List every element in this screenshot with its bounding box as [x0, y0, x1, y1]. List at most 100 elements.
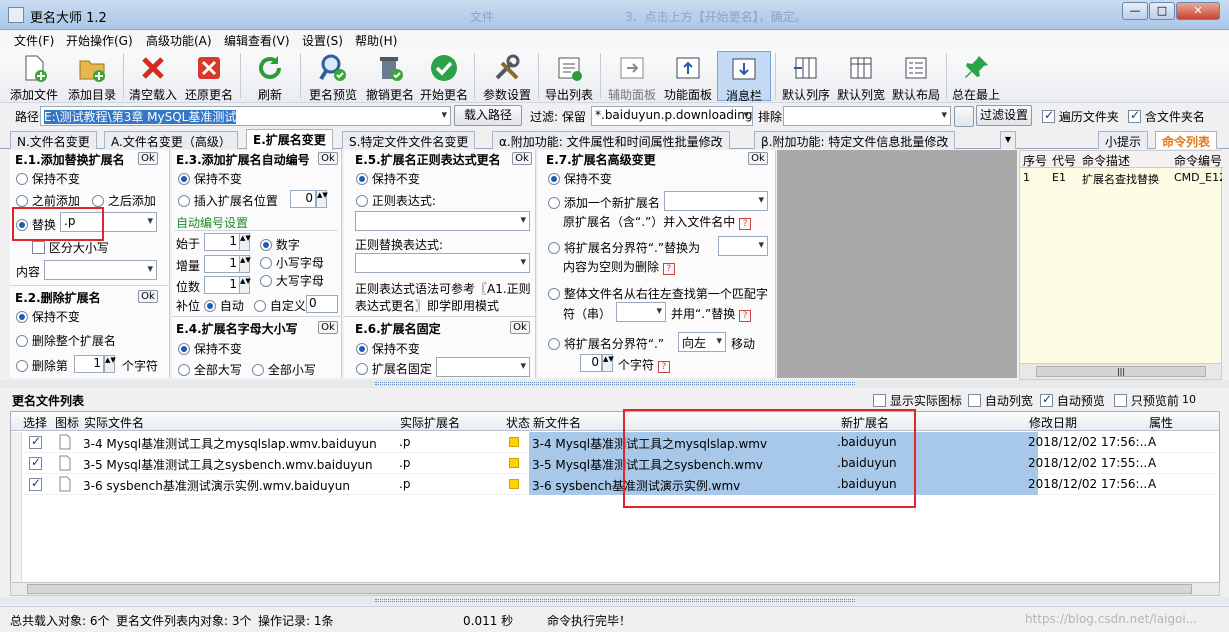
- e3-keep-radio[interactable]: 保持不变: [178, 170, 242, 187]
- e3-digits-spinner[interactable]: ▲▼: [239, 276, 251, 294]
- table-row[interactable]: 3-5 Mysql基准测试工具之sysbench.wmv.baiduyun .p…: [22, 453, 1216, 474]
- file-table-scrollbar[interactable]: [10, 582, 1220, 596]
- col-actual-name[interactable]: 实际文件名: [84, 414, 144, 431]
- e3-inc-spinner[interactable]: ▲▼: [239, 255, 251, 273]
- preview-button[interactable]: 更名预览: [305, 51, 361, 102]
- minimize-button[interactable]: —: [1122, 2, 1148, 20]
- tab-filename[interactable]: N.文件名变更: [10, 131, 97, 149]
- e3-lower-radio[interactable]: 小写字母: [260, 254, 324, 271]
- menu-file[interactable]: 文件(F): [14, 32, 54, 49]
- menu-edit-view[interactable]: 编辑查看(V): [224, 32, 290, 49]
- add-file-button[interactable]: 添加文件: [6, 51, 62, 102]
- e7-whole-find-radio[interactable]: 整体文件名从右往左查找第一个匹配字: [548, 285, 768, 302]
- clear-button[interactable]: 清空载入: [126, 51, 180, 102]
- auto-width-checkbox[interactable]: 自动列宽: [968, 392, 1033, 409]
- e3-ok-button[interactable]: Ok: [318, 152, 338, 165]
- preview-first-checkbox[interactable]: 只预览前: [1114, 392, 1179, 409]
- include-folder-checkbox[interactable]: 含文件夹名: [1128, 108, 1205, 125]
- e6-fixed-input[interactable]: [436, 357, 530, 377]
- e7-find-input[interactable]: [616, 302, 666, 322]
- e2-n-spinner[interactable]: ▲▼: [104, 355, 116, 373]
- e3-start-input[interactable]: 1: [204, 233, 240, 251]
- col-new-name[interactable]: 新文件名: [533, 414, 581, 431]
- maximize-button[interactable]: □: [1149, 2, 1175, 20]
- e3-digits-input[interactable]: 1: [204, 276, 240, 294]
- tab-dropdown[interactable]: ▾: [1000, 131, 1016, 149]
- add-folder-button[interactable]: 添加目录: [64, 51, 120, 102]
- e7-ok-button[interactable]: Ok: [748, 152, 768, 165]
- show-icon-checkbox[interactable]: 显示实际图标: [873, 392, 962, 409]
- e3-numeric-radio[interactable]: 数字: [260, 236, 300, 253]
- tab-filename-advanced[interactable]: A.文件名变更（高级）: [104, 131, 238, 149]
- table-row[interactable]: 3-4 Mysql基准测试工具之mysqlslap.wmv.baiduyun .…: [22, 432, 1216, 453]
- menu-operate[interactable]: 开始操作(G): [66, 32, 133, 49]
- bottom-splitter[interactable]: [0, 597, 1229, 605]
- e5-keep-radio[interactable]: 保持不变: [356, 170, 420, 187]
- e7-direction-select[interactable]: 向左: [678, 332, 726, 352]
- aux-panel-button[interactable]: 辅助面板: [604, 51, 660, 102]
- e4-keep-radio[interactable]: 保持不变: [178, 340, 242, 357]
- tab-specific-file[interactable]: S.特定文件文件名变更: [342, 131, 476, 149]
- e2-ok-button[interactable]: Ok: [138, 290, 158, 303]
- col-modified[interactable]: 修改日期: [1029, 414, 1077, 431]
- e3-auto-radio[interactable]: 自动: [204, 297, 244, 314]
- e6-keep-radio[interactable]: 保持不变: [356, 340, 420, 357]
- export-button[interactable]: 导出列表: [542, 51, 596, 102]
- table-row[interactable]: 3-6 sysbench基准测试演示实例.wmv.baiduyun .p 3-6…: [22, 474, 1216, 495]
- load-path-button[interactable]: 载入路径: [454, 105, 522, 126]
- col-icon[interactable]: 图标: [55, 414, 79, 431]
- e5-ok-button[interactable]: Ok: [512, 152, 532, 165]
- col-actual-ext[interactable]: 实际扩展名: [400, 414, 460, 431]
- filter-settings-button[interactable]: 过滤设置: [976, 105, 1032, 126]
- e4-ok-button[interactable]: Ok: [318, 321, 338, 334]
- e7-add-new-radio[interactable]: 添加一个新扩展名: [548, 194, 660, 211]
- e1-keep-radio[interactable]: 保持不变: [16, 170, 80, 187]
- tab-command-list[interactable]: 命令列表: [1155, 131, 1218, 149]
- filter-exclude-input[interactable]: [783, 106, 951, 126]
- e7-split-replace-radio[interactable]: 将扩展名分界符“.”替换为: [548, 239, 700, 256]
- e3-custom-radio[interactable]: 自定义: [254, 297, 306, 314]
- row-checkbox[interactable]: [29, 455, 42, 470]
- refresh-button[interactable]: 刷新: [244, 51, 296, 102]
- default-col-order-button[interactable]: 默认列序: [780, 51, 832, 102]
- start-rename-button[interactable]: 开始更名: [418, 51, 470, 102]
- e3-insert-radio[interactable]: 插入扩展名位置: [178, 192, 278, 209]
- undo-button[interactable]: 撤销更名: [362, 51, 418, 102]
- filter-keep-input[interactable]: *.baiduyun.p.downloading: [591, 106, 753, 126]
- e3-start-spinner[interactable]: ▲▼: [239, 233, 251, 251]
- e2-n-input[interactable]: 1: [74, 355, 104, 373]
- e1-ok-button[interactable]: Ok: [138, 152, 158, 165]
- path-input[interactable]: E:\测试教程\第3章 MySQL基准测试: [40, 106, 451, 126]
- restore-button[interactable]: 还原更名: [182, 51, 236, 102]
- e7-new-ext-input[interactable]: [664, 191, 768, 211]
- filter-toggle[interactable]: [954, 106, 974, 127]
- e4-upper-radio[interactable]: 全部大写: [178, 361, 242, 378]
- tab-attr-time[interactable]: α.附加功能: 文件属性和时间属性批量修改: [492, 131, 730, 149]
- auto-preview-checkbox[interactable]: 自动预览: [1040, 392, 1105, 409]
- e7-split-replace-input[interactable]: [718, 236, 768, 256]
- default-col-width-button[interactable]: 默认列宽: [834, 51, 888, 102]
- tab-extension[interactable]: E.扩展名变更: [246, 129, 333, 150]
- e5-regex-input[interactable]: [355, 211, 530, 231]
- always-on-top-button[interactable]: 总在最上: [950, 51, 1002, 102]
- e7-move-spinner[interactable]: ▲▼: [602, 354, 614, 372]
- e3-upper-radio[interactable]: 大写字母: [260, 272, 324, 289]
- close-button[interactable]: ✕: [1176, 2, 1220, 20]
- splitter[interactable]: [0, 380, 1229, 388]
- row-checkbox[interactable]: [29, 476, 42, 491]
- col-attr[interactable]: 属性: [1149, 414, 1173, 431]
- e2-keep-radio[interactable]: 保持不变: [16, 308, 80, 325]
- e1-content-input[interactable]: [44, 260, 157, 280]
- e3-insert-pos[interactable]: 0: [290, 190, 316, 208]
- cmd-scrollbar[interactable]: |||: [1020, 363, 1221, 379]
- func-panel-button[interactable]: 功能面板: [660, 51, 716, 102]
- row-checkbox[interactable]: [29, 434, 42, 449]
- default-layout-button[interactable]: 默认布局: [890, 51, 942, 102]
- menu-advanced[interactable]: 高级功能(A): [146, 32, 212, 49]
- e2-delete-all-radio[interactable]: 删除整个扩展名: [16, 332, 116, 349]
- message-bar-button[interactable]: 消息栏: [717, 51, 771, 103]
- col-status[interactable]: 状态: [506, 414, 530, 431]
- e6-ok-button[interactable]: Ok: [510, 321, 530, 334]
- tab-file-info[interactable]: β.附加功能: 特定文件信息批量修改: [754, 131, 956, 149]
- menu-settings[interactable]: 设置(S): [302, 32, 343, 49]
